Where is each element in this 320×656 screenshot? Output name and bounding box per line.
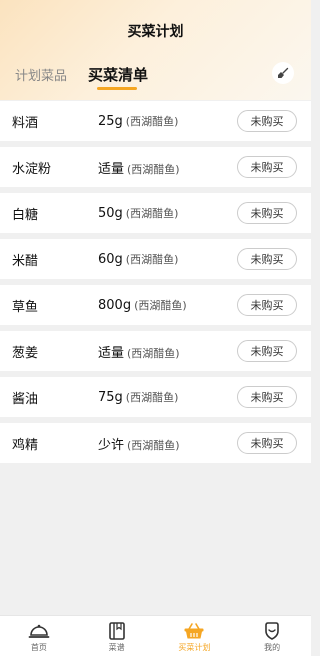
- not-purchased-button[interactable]: 未购买: [237, 340, 297, 362]
- ingredient-name: 葱姜: [12, 345, 39, 361]
- ingredient-name: 米醋: [12, 253, 39, 269]
- shopping-list: 料酒 25g (西湖醋鱼) 未购买 水淀粉 适量 (西湖醋鱼) 未购买 白糖 50g…: [0, 101, 311, 469]
- list-item: 米醋 60g (西湖醋鱼) 未购买: [0, 239, 311, 279]
- home-cloche-icon: [28, 622, 50, 640]
- ingredient-name: 水淀粉: [12, 161, 52, 177]
- tab-recipes[interactable]: 菜谱: [78, 616, 156, 656]
- profile-icon: [262, 622, 282, 640]
- list-item: 料酒 25g (西湖醋鱼) 未购买: [0, 101, 311, 141]
- tab-shopping-list[interactable]: 买菜清单: [88, 64, 148, 85]
- ingredient-amount: 25g (西湖醋鱼): [98, 114, 179, 129]
- dish-name: (西湖醋鱼): [127, 346, 180, 360]
- tab-home[interactable]: 首页: [0, 616, 78, 656]
- header: 买菜计划 计划菜品 买菜清单: [0, 0, 311, 100]
- active-tab-indicator: [97, 87, 137, 90]
- tab-profile[interactable]: 我的: [233, 616, 311, 656]
- not-purchased-button[interactable]: 未购买: [237, 432, 297, 454]
- basket-icon: [183, 622, 205, 640]
- list-item: 酱油 75g (西湖醋鱼) 未购买: [0, 377, 311, 417]
- ingredient-amount: 75g (西湖醋鱼): [98, 390, 179, 405]
- not-purchased-button[interactable]: 未购买: [237, 156, 297, 178]
- not-purchased-button[interactable]: 未购买: [237, 386, 297, 408]
- not-purchased-button[interactable]: 未购买: [237, 294, 297, 316]
- ingredient-amount: 50g (西湖醋鱼): [98, 206, 179, 221]
- ingredient-name: 鸡精: [12, 437, 39, 453]
- dish-name: (西湖醋鱼): [134, 299, 187, 312]
- recipe-book-icon: [107, 622, 127, 640]
- ingredient-name: 酱油: [12, 391, 39, 407]
- dish-name: (西湖醋鱼): [127, 438, 180, 452]
- ingredient-name: 料酒: [12, 115, 39, 131]
- bottom-tab-bar: 首页 菜谱 买菜计划 我的: [0, 615, 311, 656]
- dish-name: (西湖醋鱼): [125, 253, 179, 266]
- list-item: 葱姜 适量 (西湖醋鱼) 未购买: [0, 331, 311, 371]
- broom-icon: [277, 64, 289, 83]
- dish-name: (西湖醋鱼): [125, 207, 179, 220]
- tab-profile-label: 我的: [264, 643, 281, 652]
- list-item: 鸡精 少许 (西湖醋鱼) 未购买: [0, 423, 311, 463]
- tab-planned-dishes[interactable]: 计划菜品: [15, 65, 67, 84]
- dish-name: (西湖醋鱼): [127, 162, 180, 176]
- ingredient-amount: 800g (西湖醋鱼): [98, 298, 187, 313]
- page-title: 买菜计划: [127, 24, 184, 40]
- list-item: 草鱼 800g (西湖醋鱼) 未购买: [0, 285, 311, 325]
- not-purchased-button[interactable]: 未购买: [237, 248, 297, 270]
- clear-list-button[interactable]: [272, 62, 294, 84]
- tab-shopping-plan-label: 买菜计划: [178, 643, 211, 652]
- ingredient-amount: 适量 (西湖醋鱼): [98, 161, 180, 177]
- not-purchased-button[interactable]: 未购买: [237, 110, 297, 132]
- ingredient-name: 草鱼: [12, 299, 39, 315]
- ingredient-name: 白糖: [12, 207, 39, 223]
- list-item: 水淀粉 适量 (西湖醋鱼) 未购买: [0, 147, 311, 187]
- not-purchased-button[interactable]: 未购买: [237, 202, 297, 224]
- tab-recipes-label: 菜谱: [108, 643, 125, 652]
- list-item: 白糖 50g (西湖醋鱼) 未购买: [0, 193, 311, 233]
- ingredient-amount: 60g (西湖醋鱼): [98, 252, 179, 267]
- ingredient-amount: 少许 (西湖醋鱼): [98, 437, 180, 453]
- tab-home-label: 首页: [30, 643, 47, 652]
- ingredient-amount: 适量 (西湖醋鱼): [98, 345, 180, 361]
- dish-name: (西湖醋鱼): [125, 391, 179, 404]
- dish-name: (西湖醋鱼): [125, 115, 179, 128]
- tab-shopping-plan[interactable]: 买菜计划: [156, 616, 234, 656]
